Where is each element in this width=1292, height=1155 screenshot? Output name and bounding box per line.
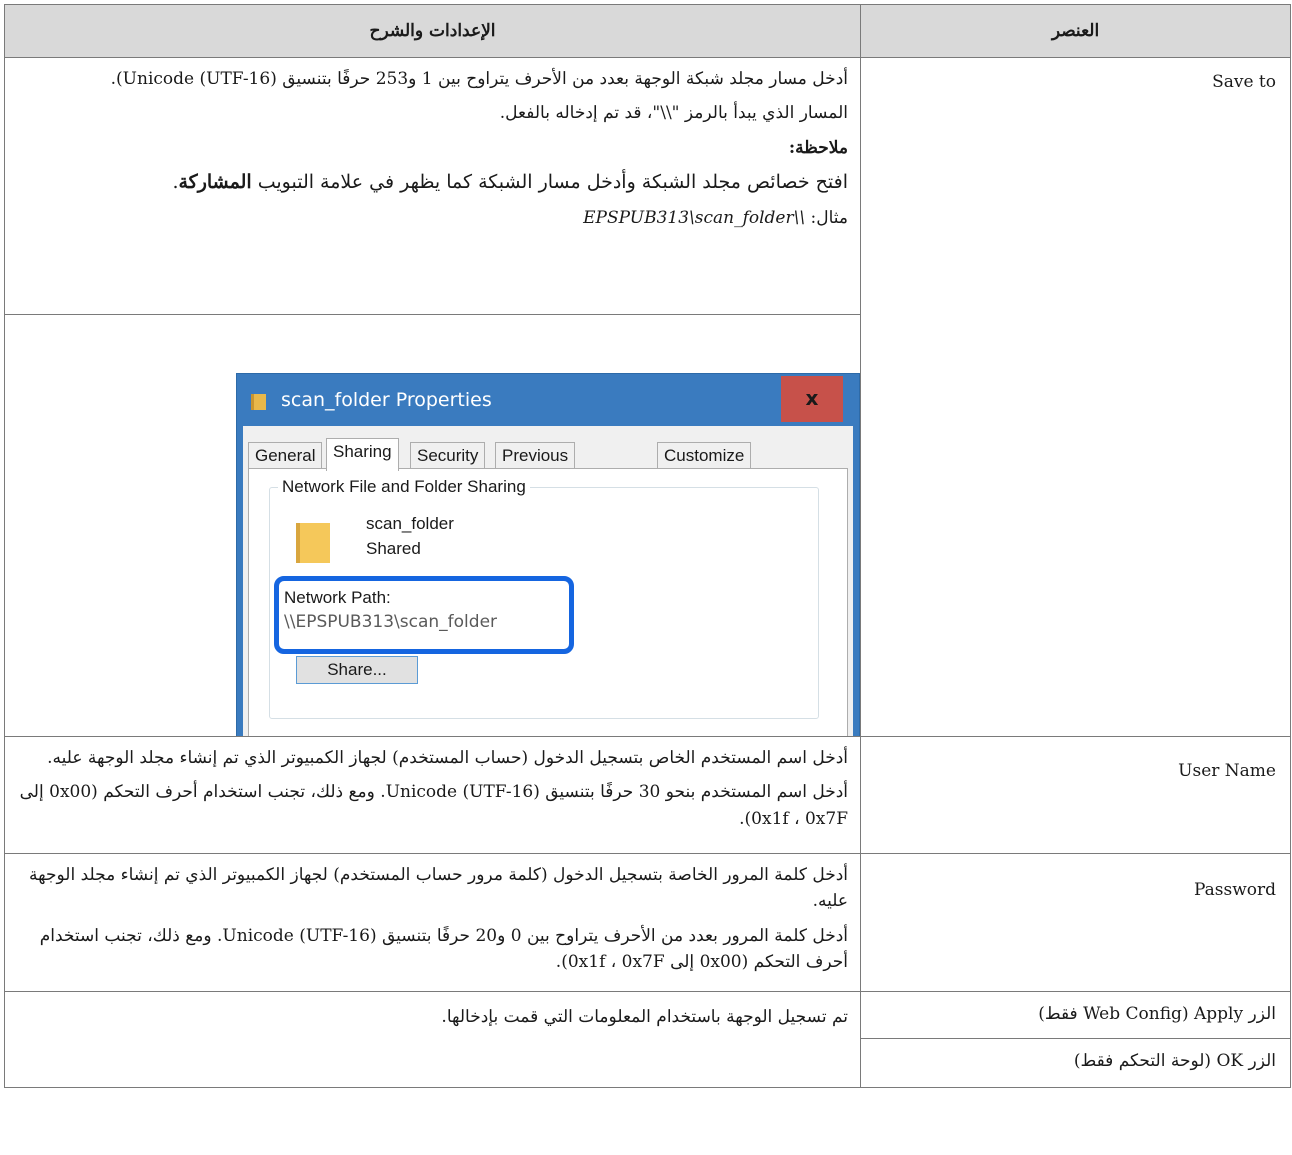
desc-user-name: أدخل اسم المستخدم الخاص بتسجيل الدخول (ح… — [4, 736, 861, 854]
folder-name: scan_folder — [366, 514, 454, 533]
note-title: ملاحظة: — [788, 137, 848, 158]
window-client: General Sharing Security Previous Versio… — [243, 426, 853, 736]
item-user-name: User Name — [860, 736, 1291, 854]
tab-general[interactable]: General — [248, 442, 323, 469]
header-item: العنصر — [860, 4, 1291, 58]
shared-folder-icon — [296, 523, 330, 563]
user-name-desc-1: أدخل اسم المستخدم الخاص بتسجيل الدخول (ح… — [47, 748, 848, 768]
group-title: Network File and Folder Sharing — [278, 477, 530, 497]
save-to-desc-1: أدخل مسار مجلد شبكة الوجهة بعدد من الأحر… — [110, 69, 848, 89]
save-to-desc-2: المسار الذي يبدأ بالرمز "\\"، قد تم إدخا… — [499, 103, 848, 124]
item-password: Password — [860, 852, 1291, 993]
folder-icon — [251, 394, 266, 410]
sharing-group: Network File and Folder Sharing scan_fol… — [269, 477, 819, 719]
item-apply: الزر Apply (Web Config فقط) — [860, 991, 1291, 1040]
item-ok: الزر OK (لوحة التحكم فقط) — [860, 1038, 1291, 1089]
table-row-apply: الزر Apply (Web Config فقط) تم تسجيل الو… — [4, 991, 1291, 1089]
close-button[interactable]: x — [781, 376, 843, 422]
network-path-highlight — [274, 576, 574, 654]
tab-customize[interactable]: Customize — [657, 442, 752, 469]
example-label: مثال: — [805, 207, 848, 228]
share-button[interactable]: Share... — [296, 656, 418, 684]
user-name-desc-2: أدخل اسم المستخدم بنحو 30 حرفًا بتنسيق U… — [19, 782, 848, 829]
properties-window: scan_folder Properties x General Sharing… — [236, 373, 860, 736]
desc-save-to: أدخل مسار مجلد شبكة الوجهة بعدد من الأحر… — [4, 57, 861, 315]
note-text-bold: المشاركة — [178, 171, 252, 194]
example-line: مثال: \\EPSPUB313\scan_folder — [17, 205, 848, 231]
properties-screenshot-cell: scan_folder Properties x General Sharing… — [4, 314, 861, 737]
desc-password: أدخل كلمة المرور الخاصة بتسجيل الدخول (ك… — [4, 852, 861, 993]
desc-apply-ok: تم تسجيل الوجهة باستخدام المعلومات التي … — [4, 991, 861, 1089]
window-titlebar: scan_folder Properties x — [237, 374, 859, 426]
password-desc-1: أدخل كلمة المرور الخاصة بتسجيل الدخول (ك… — [29, 865, 848, 912]
header-row: العنصر الإعدادات والشرح — [4, 4, 1291, 58]
table-row-user-name: User Name أدخل اسم المستخدم الخاص بتسجيل… — [4, 736, 1291, 854]
tab-previous-versions[interactable]: Previous Versions — [495, 442, 576, 491]
tab-sharing[interactable]: Sharing — [326, 438, 399, 471]
folder-share-state: Shared — [366, 539, 421, 558]
sharing-panel: Network File and Folder Sharing scan_fol… — [248, 468, 848, 736]
example-path: \\EPSPUB313\scan_folder — [583, 207, 806, 228]
note-text-before: افتح خصائص مجلد الشبكة وأدخل مسار الشبكة… — [251, 171, 848, 194]
table-row-save-to: Save to أدخل مسار مجلد شبكة الوجهة بعدد … — [4, 57, 1291, 737]
table-row-password: Password أدخل كلمة المرور الخاصة بتسجيل … — [4, 852, 1291, 993]
item-save-to: Save to — [860, 57, 1291, 737]
note-text: افتح خصائص مجلد الشبكة وأدخل مسار الشبكة… — [17, 169, 848, 197]
header-description: الإعدادات والشرح — [4, 4, 861, 58]
window-title: scan_folder Properties — [281, 389, 492, 411]
password-desc-2: أدخل كلمة المرور بعدد من الأحرف يتراوح ب… — [39, 925, 848, 973]
settings-table: العنصر الإعدادات والشرح Save to أدخل مسا… — [4, 4, 1291, 1089]
tab-security[interactable]: Security — [410, 442, 486, 469]
